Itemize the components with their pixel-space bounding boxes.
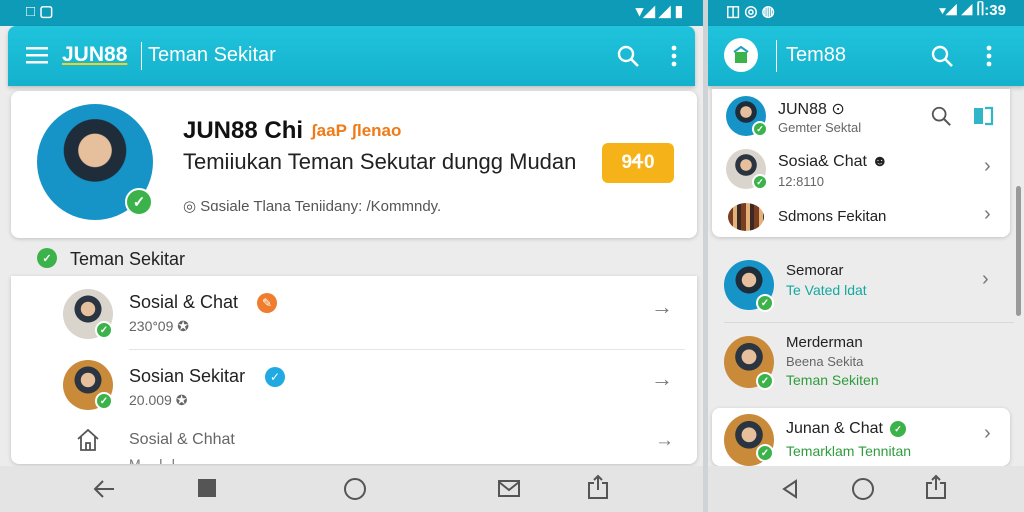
app-logo: JUN88 <box>62 43 128 66</box>
section-check-icon: ✓ <box>37 248 57 268</box>
profile-footnote: ◎ Sɑsiale Tlana Teniidany: /Kommndy. <box>183 198 442 215</box>
list-item-title: Semorar <box>786 262 844 279</box>
list-item-subtitle: 230ᐤ09 ✪ <box>129 318 189 334</box>
list-item-subtitle: Temarklam Tennitan <box>786 443 912 459</box>
list-item-title: Sosian Sekitar <box>129 366 246 386</box>
top-list-card: ✓ JUN88 ⊙ Gemter Sektal ✓ Sosia& Chat ☻ … <box>712 89 1010 237</box>
nav-bar <box>708 466 1024 512</box>
chevron-right-icon[interactable]: › <box>984 155 991 178</box>
scrollbar[interactable] <box>1016 186 1021 316</box>
chevron-right-icon[interactable]: › <box>984 203 991 226</box>
list-item[interactable]: ✓ JUN88 ⊙ Gemter Sektal <box>712 89 1010 143</box>
list-item-title: Junan & Chat <box>786 420 883 437</box>
list-item[interactable]: Sdmons Fekitan › <box>712 199 1010 235</box>
action-button[interactable]: 9Ꮞ0 <box>602 143 674 183</box>
title-divider <box>141 42 142 70</box>
verified-check-icon: ✓ <box>95 392 113 410</box>
recents-icon[interactable] <box>198 479 216 497</box>
verified-check-icon: ✓ <box>756 294 774 312</box>
more-vert-icon[interactable] <box>979 42 999 70</box>
app-bar: JUN88 Teman Sekitar <box>8 26 695 86</box>
list-item-subtitle: M····l··l·· <box>129 456 185 464</box>
list-item[interactable]: ✓ Sosian Sekitar ✓ 20.009 ✪ → <box>11 350 697 422</box>
search-icon[interactable] <box>928 42 956 70</box>
bottom-list-card: ✓ Junan & Chat ✓ Temarklam Tennitan › <box>712 408 1010 466</box>
verified-check-icon: ✓ <box>752 121 768 137</box>
verified-check-icon: ✓ <box>756 444 774 462</box>
list-item-subtitle: Beena Sekita <box>786 354 864 369</box>
list-item-subtitle: 20.009 ✪ <box>129 392 188 408</box>
list-item-title: Sosia& Chat ☻ <box>778 153 889 170</box>
arrow-right-icon[interactable]: → <box>651 294 673 320</box>
status-icons-right: ▾◢ ◢ ▮ <box>635 3 683 20</box>
status-icons-left: □ ▢ <box>26 3 54 20</box>
app-title: Teman Sekitar <box>148 44 276 66</box>
status-bar: ◫ ◎ ◍ ▾◢ ◢ ᥥ:39 <box>708 0 1024 26</box>
app-bar: Tem88 <box>708 26 1024 86</box>
list-item[interactable]: ✓ Semorar Te Vated ldat › <box>708 252 1014 318</box>
share-icon[interactable] <box>586 474 610 505</box>
left-phone-screen: □ ▢ ▾◢ ◢ ▮ JUN88 Teman Sekitar ✓ JUN88 C… <box>0 0 703 512</box>
section-label: Teman Sekitar <box>70 249 186 269</box>
back-icon[interactable] <box>780 478 800 505</box>
profile-title: JUN88 Chi <box>183 117 304 144</box>
share-icon[interactable] <box>924 474 948 505</box>
chevron-right-icon[interactable]: › <box>982 268 989 291</box>
verified-check-icon: ✓ <box>752 174 768 190</box>
home-button-icon[interactable] <box>344 478 366 500</box>
list-item[interactable]: ✓ Merderman Beena Sekita Teman Sekiten <box>708 328 1014 400</box>
list-item[interactable]: ✓ Sosial & Chat ✎ 230ᐤ09 ✪ → <box>11 276 697 348</box>
search-icon[interactable] <box>930 105 952 132</box>
list-item[interactable]: Sosial & Chhat M····l··l·· → <box>11 422 697 464</box>
status-bar: □ ▢ ▾◢ ◢ ▮ <box>0 0 703 26</box>
arrow-right-icon[interactable]: → <box>655 430 674 452</box>
list-item-title: JUN88 ⊙ <box>778 101 845 118</box>
app-title: Tem88 <box>786 44 847 66</box>
home-button-icon[interactable] <box>852 478 874 500</box>
status-icons-left: ◫ ◎ ◍ <box>726 3 775 20</box>
status-icons-right: ▾◢ ◢ ᥥ:39 <box>939 2 1006 19</box>
profile-title-badge: ʃaaP ʃlenao <box>311 121 402 140</box>
profile-card: ✓ JUN88 Chi ʃaaP ʃlenao Temiiukan Teman … <box>11 91 697 238</box>
profile-subtitle: Temiiukan Teman Sekutar dungg Mudan <box>183 149 577 174</box>
verified-check-icon: ✓ <box>756 372 774 390</box>
arrow-right-icon[interactable]: → <box>651 366 673 392</box>
right-phone-screen: ◫ ◎ ◍ ▾◢ ◢ ᥥ:39 Tem88 ✓ JUN88 ⊙ Gemter S… <box>708 0 1024 512</box>
menu-icon[interactable] <box>24 42 50 68</box>
edit-badge-icon: ✎ <box>257 293 277 313</box>
verified-check-icon: ✓ <box>95 321 113 339</box>
list-item[interactable]: ✓ Sosia& Chat ☻ 12:8110 › <box>712 145 1010 195</box>
title-divider <box>776 40 777 72</box>
back-icon[interactable] <box>92 478 116 505</box>
list-item-title: Sdmons Fekitan <box>778 208 887 225</box>
list-item-title: Sosial & Chat <box>129 292 239 312</box>
friends-list-card: ✓ Sosial & Chat ✎ 230ᐤ09 ✪ → ✓ Sosian Se… <box>11 276 697 464</box>
verified-badge-icon: ✓ <box>265 367 285 387</box>
door-exit-icon[interactable] <box>972 105 994 132</box>
list-item-title: Merderman <box>786 334 863 351</box>
nav-bar <box>0 466 703 512</box>
search-icon[interactable] <box>614 42 642 70</box>
list-item-avatar <box>728 203 764 231</box>
app-logo-icon <box>724 38 758 72</box>
list-item-subtitle: 12:8110 <box>778 174 825 189</box>
more-vert-icon[interactable] <box>664 42 684 70</box>
list-item-subtitle: Gemter Sektal <box>778 120 862 135</box>
verified-check-icon: ✓ <box>125 188 153 216</box>
list-item[interactable]: ✓ Junan & Chat ✓ Temarklam Tennitan › <box>712 408 1010 466</box>
list-item-title: Sosial & Chhat <box>129 431 235 448</box>
verified-badge-icon: ✓ <box>890 421 906 437</box>
list-item-subtitle-2: Teman Sekiten <box>786 372 879 388</box>
divider <box>724 322 1014 323</box>
home-icon <box>75 428 101 457</box>
list-item-subtitle: Te Vated ldat <box>786 282 867 298</box>
chevron-right-icon[interactable]: › <box>984 422 991 445</box>
mail-icon[interactable] <box>497 478 521 503</box>
